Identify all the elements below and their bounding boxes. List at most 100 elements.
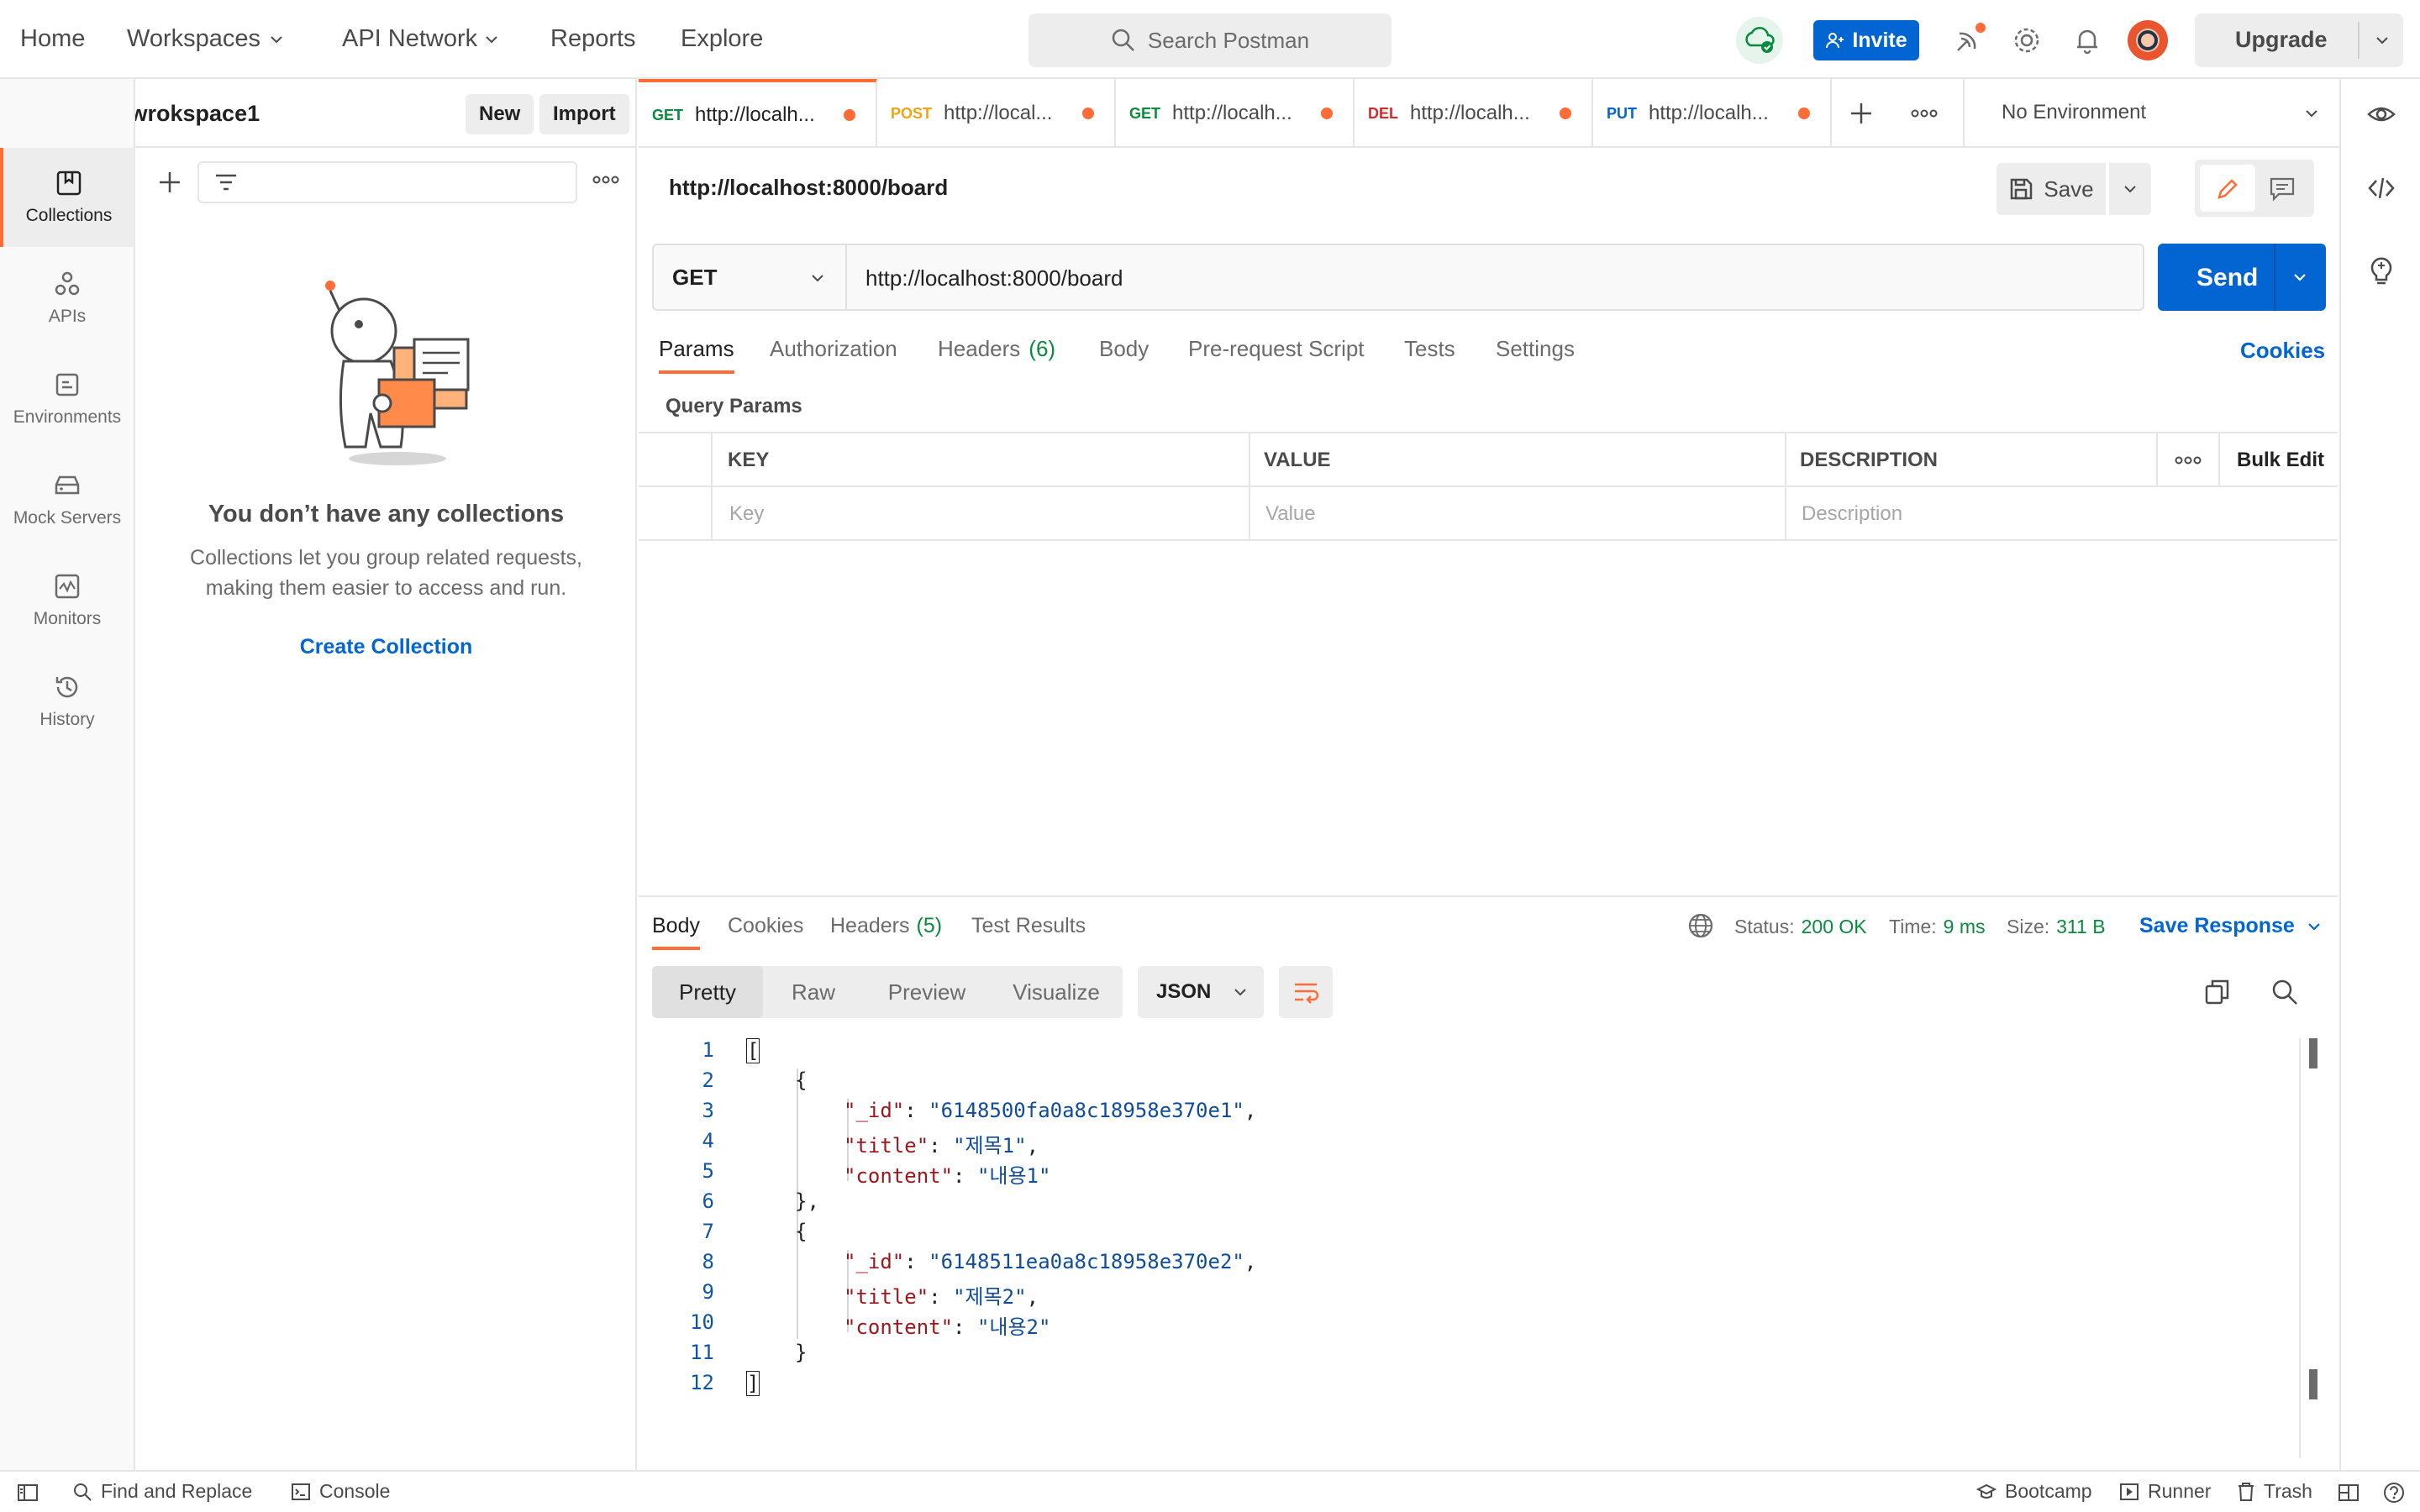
response-tab-body[interactable]: Body	[652, 914, 700, 950]
settings-gear-icon[interactable]	[2010, 24, 2044, 57]
nav-explore[interactable]: Explore	[681, 25, 763, 53]
two-pane-view-icon[interactable]	[2338, 1483, 2360, 1502]
collections-filter-input[interactable]	[197, 161, 577, 203]
search-input[interactable]: Search Postman	[1028, 13, 1392, 67]
tab-authorization[interactable]: Authorization	[770, 336, 897, 362]
edit-mode-button[interactable]	[2200, 165, 2255, 212]
line-number: 5	[702, 1159, 714, 1183]
save-options-button[interactable]	[2109, 163, 2151, 215]
sidebar-item-history[interactable]: History	[0, 652, 134, 751]
add-icon[interactable]	[157, 170, 182, 195]
active-tab-indicator	[652, 947, 700, 950]
chevron-down-icon	[486, 35, 497, 43]
response-tab-test-results[interactable]: Test Results	[971, 914, 1086, 938]
scrollbar-thumb-top[interactable]	[2309, 1038, 2317, 1068]
save-button[interactable]: Save	[1996, 163, 2106, 215]
request-tab[interactable]: GET http://localh...	[639, 79, 877, 148]
search-response-icon[interactable]	[2270, 978, 2299, 1006]
code-bracket-close: ]	[746, 1371, 760, 1396]
request-tab[interactable]: DEL http://localh...	[1355, 79, 1593, 148]
avatar[interactable]	[2128, 20, 2168, 60]
request-tab[interactable]: GET http://localh...	[1116, 79, 1355, 148]
request-title[interactable]: http://localhost:8000/board	[669, 175, 948, 201]
scrollbar-track[interactable]	[2299, 1038, 2301, 1458]
sync-status-icon[interactable]	[1736, 17, 1783, 64]
tab-headers[interactable]: Headers (6)	[938, 336, 1055, 362]
table-options-icon[interactable]	[2175, 455, 2202, 465]
code-brace: },	[795, 1189, 819, 1213]
view-preview[interactable]: Preview	[864, 966, 990, 1018]
help-icon[interactable]	[2383, 1482, 2405, 1504]
view-visualize[interactable]: Visualize	[990, 966, 1123, 1018]
param-description-input[interactable]: Description	[1802, 502, 1902, 526]
response-divider[interactable]	[639, 895, 2338, 897]
wrap-lines-button[interactable]	[1279, 966, 1333, 1018]
bulk-edit-button[interactable]: Bulk Edit	[2237, 449, 2324, 472]
chevron-down-icon[interactable]	[2292, 270, 2307, 285]
sidebar-item-mock-servers[interactable]: Mock Servers	[0, 450, 134, 549]
comment-icon[interactable]	[2269, 176, 2296, 202]
import-button[interactable]: Import	[539, 94, 629, 134]
sidebar-item-apis[interactable]: APIs	[0, 249, 134, 348]
new-button[interactable]: New	[466, 94, 534, 134]
sidebar-item-collections[interactable]: Collections	[0, 148, 134, 247]
line-number: 1	[702, 1038, 714, 1062]
upgrade-button[interactable]: Upgrade	[2195, 13, 2403, 67]
tab-tests[interactable]: Tests	[1404, 336, 1455, 362]
chevron-down-icon[interactable]	[2375, 33, 2390, 48]
param-key-input[interactable]: Key	[729, 502, 764, 526]
response-tab-cookies[interactable]: Cookies	[728, 914, 803, 938]
tab-settings[interactable]: Settings	[1496, 336, 1575, 362]
response-body-editor[interactable]: 1 2 3 4 5 6 7 8 9 10 11 12 [ { "_id": "6…	[639, 1038, 2319, 1458]
tab-body[interactable]: Body	[1099, 336, 1149, 362]
globe-icon[interactable]	[1687, 912, 1714, 939]
notifications-bell-icon[interactable]	[2070, 24, 2104, 57]
tab-params[interactable]: Params	[659, 336, 734, 374]
runner-button[interactable]: Runner	[2119, 1480, 2211, 1503]
request-tab[interactable]: POST http://local...	[877, 79, 1116, 148]
nav-home[interactable]: Home	[20, 25, 85, 53]
sidebar-item-monitors[interactable]: Monitors	[0, 551, 134, 650]
mock-servers-icon	[55, 475, 80, 495]
time-value[interactable]: 9 ms	[1944, 916, 1986, 938]
toggle-sidebar-icon[interactable]	[17, 1483, 39, 1502]
cookies-link[interactable]: Cookies	[2240, 338, 2325, 364]
nav-reports[interactable]: Reports	[550, 25, 636, 53]
nav-workspaces[interactable]: Workspaces	[127, 25, 284, 53]
nav-api-network[interactable]: API Network	[342, 25, 499, 53]
trash-button[interactable]: Trash	[2237, 1480, 2312, 1503]
tab-pre-request-script[interactable]: Pre-request Script	[1188, 336, 1365, 362]
query-params-label: Query Params	[666, 395, 802, 417]
environment-selector[interactable]: No Environment	[1963, 79, 2339, 148]
status-value[interactable]: 200 OK	[1802, 916, 1867, 938]
satellite-icon[interactable]	[1949, 22, 1986, 59]
request-tab[interactable]: PUT http://localh...	[1593, 79, 1832, 148]
param-value-input[interactable]: Value	[1265, 502, 1316, 526]
new-tab-plus-icon[interactable]	[1849, 101, 1874, 126]
chevron-down-icon	[2124, 186, 2136, 193]
save-response-button[interactable]: Save Response	[2139, 914, 2322, 938]
find-and-replace-button[interactable]: Find and Replace	[72, 1480, 252, 1503]
more-options-icon[interactable]	[592, 175, 619, 185]
size-value[interactable]: 311 B	[2056, 916, 2105, 938]
url-input[interactable]: http://localhost:8000/board	[865, 265, 1123, 291]
view-pretty[interactable]: Pretty	[652, 966, 763, 1018]
environment-quick-look-eye-icon[interactable]	[2366, 99, 2396, 129]
copy-icon[interactable]	[2203, 978, 2232, 1006]
format-select[interactable]: JSON	[1138, 966, 1264, 1018]
code-snippet-icon[interactable]	[2366, 173, 2396, 203]
lightbulb-icon[interactable]	[2366, 252, 2396, 286]
send-button[interactable]: Send	[2158, 244, 2326, 311]
chevron-down-icon	[812, 275, 823, 282]
bootcamp-button[interactable]: Bootcamp	[1976, 1480, 2092, 1503]
scrollbar-thumb-bottom[interactable]	[2309, 1369, 2317, 1399]
console-button[interactable]: Console	[291, 1480, 390, 1503]
response-tab-headers[interactable]: Headers (5)	[830, 914, 942, 938]
view-raw[interactable]: Raw	[763, 966, 864, 1018]
invite-button[interactable]: Invite	[1813, 20, 1919, 60]
method-select[interactable]: GET	[654, 245, 847, 309]
create-collection-link[interactable]: Create Collection	[135, 635, 637, 659]
tab-options-icon[interactable]	[1911, 108, 1938, 118]
bootcamp-icon	[1976, 1483, 1996, 1499]
sidebar-item-environments[interactable]: Environments	[0, 349, 134, 449]
